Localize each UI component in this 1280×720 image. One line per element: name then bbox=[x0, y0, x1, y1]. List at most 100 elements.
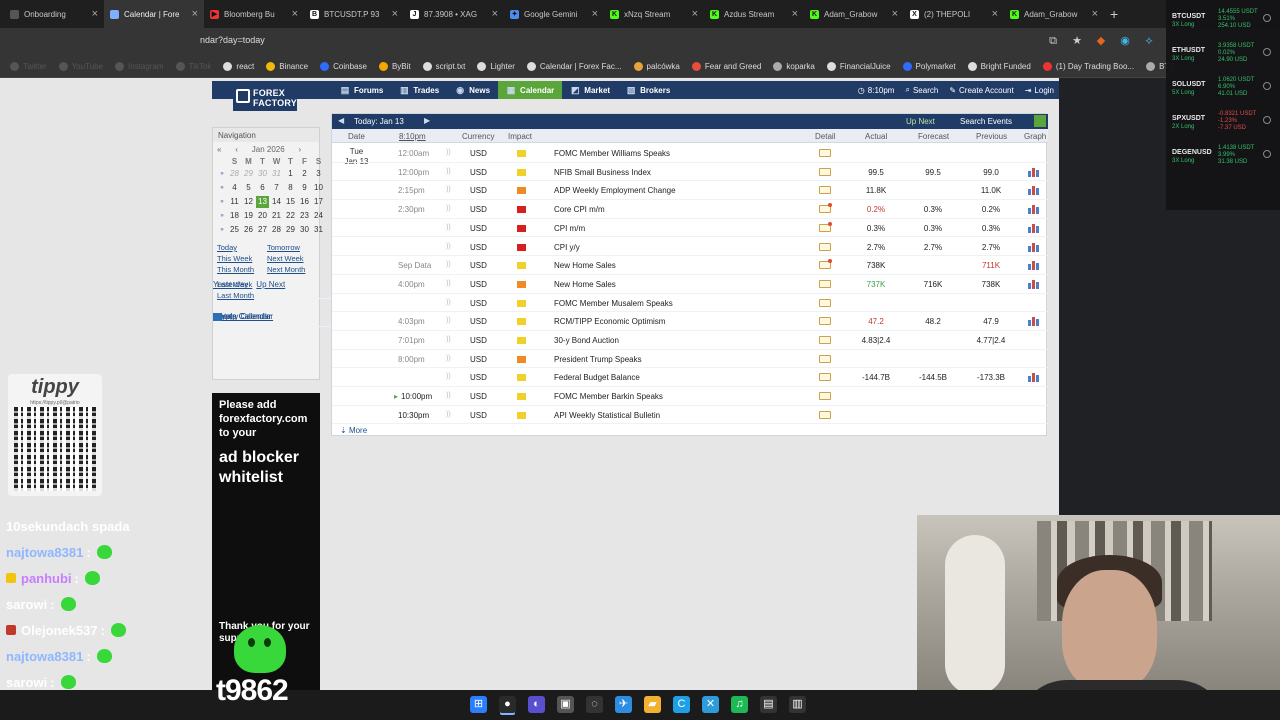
event-name[interactable]: API Weekly Statistical Bulletin bbox=[554, 411, 660, 420]
search-button[interactable]: ⌕ Search bbox=[905, 85, 938, 95]
prev-day-arrow-icon[interactable]: ◀ bbox=[338, 116, 344, 125]
bookmark-item[interactable]: Polymarket bbox=[902, 62, 956, 71]
col-time[interactable]: 8:10pm bbox=[399, 132, 426, 141]
nav-calendar[interactable]: ▦ Calendar bbox=[498, 81, 563, 99]
login-button[interactable]: ⇥ Login bbox=[1025, 86, 1054, 95]
calendar-day[interactable]: 20 bbox=[256, 210, 269, 222]
bookmark-item[interactable]: Binance bbox=[266, 62, 308, 71]
new-tab-icon[interactable]: + bbox=[1110, 6, 1118, 22]
browser-tab[interactable]: X (2) THEPOLI × bbox=[904, 0, 1004, 28]
forexfactory-logo[interactable]: FOREX FACTORY bbox=[233, 85, 297, 111]
calendar-day[interactable]: 16 bbox=[298, 196, 311, 208]
detail-folder-icon[interactable] bbox=[819, 317, 831, 326]
week-select-arrow-icon[interactable]: » bbox=[217, 168, 227, 180]
sound-alert-icon[interactable]: )) bbox=[446, 355, 451, 362]
event-name[interactable]: ADP Weekly Employment Change bbox=[554, 186, 676, 195]
extension-icon[interactable]: ◉ bbox=[1118, 34, 1132, 48]
browser-tab[interactable]: B BTCUSDT.P 93 × bbox=[304, 0, 404, 28]
bookmark-item[interactable]: YouTube bbox=[58, 62, 103, 71]
event-name[interactable]: NFIB Small Business Index bbox=[554, 168, 651, 177]
calendar-day[interactable]: 17 bbox=[312, 196, 325, 208]
tab-close-icon[interactable]: × bbox=[492, 8, 498, 20]
calendar-day[interactable]: 21 bbox=[270, 210, 283, 222]
week-select-arrow-icon[interactable]: » bbox=[217, 196, 227, 208]
calendar-day[interactable]: 3 bbox=[312, 168, 325, 180]
extension-icon[interactable]: ◆ bbox=[1094, 34, 1108, 48]
taskbar-app-icon[interactable]: ▥ bbox=[789, 696, 806, 713]
detail-folder-icon[interactable] bbox=[819, 149, 831, 157]
detail-folder-icon[interactable] bbox=[819, 410, 831, 419]
graph-bars-icon[interactable] bbox=[1028, 223, 1040, 233]
link-yesterday[interactable]: Yesterday bbox=[213, 280, 248, 298]
tab-close-icon[interactable]: × bbox=[592, 8, 598, 20]
tab-close-icon[interactable]: × bbox=[992, 8, 998, 20]
calendar-day[interactable]: 28 bbox=[270, 224, 283, 236]
detail-folder-icon[interactable] bbox=[819, 298, 831, 307]
sound-alert-icon[interactable]: )) bbox=[446, 299, 451, 306]
taskbar-app-icon[interactable]: ▰ bbox=[644, 696, 661, 713]
extension-icon[interactable]: ⟡ bbox=[1142, 34, 1156, 48]
table-row[interactable]: 2:15pm)) USD ADP Weekly Employment Change 1… bbox=[332, 181, 1048, 201]
taskbar-app-icon[interactable]: ◌ bbox=[586, 696, 603, 713]
bookmark-item[interactable]: ByBit bbox=[378, 62, 411, 71]
sound-alert-icon[interactable]: )) bbox=[446, 411, 451, 418]
calendar-day[interactable]: 29 bbox=[242, 168, 255, 180]
next-day-arrow-icon[interactable]: ▶ bbox=[424, 116, 430, 125]
nav-news[interactable]: ◉ News bbox=[447, 81, 498, 99]
event-name[interactable]: FOMC Member Barkin Speaks bbox=[554, 392, 663, 401]
event-name[interactable]: President Trump Speaks bbox=[554, 355, 642, 364]
graph-bars-icon[interactable] bbox=[1028, 260, 1040, 271]
bookmark-item[interactable]: Lighter bbox=[477, 62, 515, 71]
calendar-day[interactable]: 5 bbox=[242, 182, 255, 194]
detail-folder-icon[interactable] bbox=[819, 279, 831, 288]
detail-folder-icon[interactable] bbox=[819, 167, 831, 176]
graph-bars-icon[interactable] bbox=[1028, 372, 1040, 383]
clock[interactable]: ◷ 8:10pm bbox=[858, 86, 895, 95]
calendar-day[interactable]: 11 bbox=[228, 196, 241, 208]
browser-tab[interactable]: KxNzq Stream × bbox=[604, 0, 704, 28]
event-name[interactable]: 30-y Bond Auction bbox=[554, 336, 619, 345]
detail-folder-icon[interactable] bbox=[819, 336, 831, 344]
nav-brokers[interactable]: ▧ Brokers bbox=[618, 81, 678, 99]
detail-folder-icon[interactable] bbox=[819, 242, 831, 251]
detail-folder-icon[interactable] bbox=[819, 186, 831, 195]
week-select-arrow-icon[interactable]: » bbox=[217, 182, 227, 194]
table-row[interactable]: 8:00pm)) USD President Trump Speaks bbox=[332, 350, 1048, 369]
tab-close-icon[interactable]: × bbox=[392, 8, 398, 20]
graph-bars-icon[interactable] bbox=[1028, 242, 1040, 252]
taskbar-app-icon[interactable]: ✈ bbox=[615, 696, 632, 713]
bookmark-item[interactable]: react bbox=[223, 62, 254, 71]
tab-close-icon[interactable]: × bbox=[92, 8, 98, 20]
calendar-day[interactable]: 24 bbox=[312, 210, 325, 222]
detail-folder-icon[interactable] bbox=[819, 203, 832, 214]
event-name[interactable]: CPI m/m bbox=[554, 224, 585, 233]
browser-tab[interactable]: K Azdus Stream × bbox=[704, 0, 804, 28]
graph-bars-icon[interactable] bbox=[1028, 167, 1040, 177]
calendar-day[interactable]: 25 bbox=[228, 224, 241, 236]
search-events-button[interactable]: Search Events bbox=[960, 117, 1012, 126]
taskbar-app-icon[interactable]: C bbox=[673, 696, 690, 713]
bookmark-item[interactable]: Calendar | Forex Fac... bbox=[526, 62, 622, 71]
browser-tab[interactable]: K Adam_Grabow × bbox=[1004, 0, 1104, 28]
calendar-day[interactable]: 7 bbox=[270, 182, 283, 194]
nav-market[interactable]: ◩ Market bbox=[562, 81, 618, 99]
week-select-arrow-icon[interactable]: » bbox=[217, 210, 227, 222]
link-this-week[interactable]: This Week bbox=[217, 254, 267, 263]
table-row[interactable]: ▸ 10:00pm)) USD FOMC Member Barkin Speaks bbox=[332, 387, 1048, 406]
event-name[interactable]: New Home Sales bbox=[554, 261, 616, 270]
calendar-day[interactable]: 15 bbox=[284, 196, 297, 208]
nav-forums[interactable]: ▤ Forums bbox=[332, 81, 391, 99]
calendar-day[interactable]: 12 bbox=[242, 196, 255, 208]
prev-month-arrow-icon[interactable]: « bbox=[217, 145, 221, 154]
table-row[interactable]: 12:00am)) USD FOMC Member Williams Speaks bbox=[332, 144, 1048, 163]
tab-close-icon[interactable]: × bbox=[792, 8, 798, 20]
bookmark-item[interactable]: FinancialJuice bbox=[826, 62, 891, 71]
link-next-week[interactable]: Next Week bbox=[267, 254, 321, 263]
calendar-day[interactable]: 29 bbox=[284, 224, 297, 236]
browser-tab[interactable]: ✦ Google Gemini × bbox=[504, 0, 604, 28]
table-row[interactable]: )) USD CPI y/y 2.7% 2.7% 2.7% bbox=[332, 238, 1048, 257]
calendar-day[interactable]: 30 bbox=[298, 224, 311, 236]
detail-folder-icon[interactable] bbox=[819, 373, 831, 382]
browser-tab[interactable]: Onboarding × bbox=[4, 0, 104, 28]
bookmark-item[interactable]: Fear and Greed bbox=[691, 62, 761, 71]
